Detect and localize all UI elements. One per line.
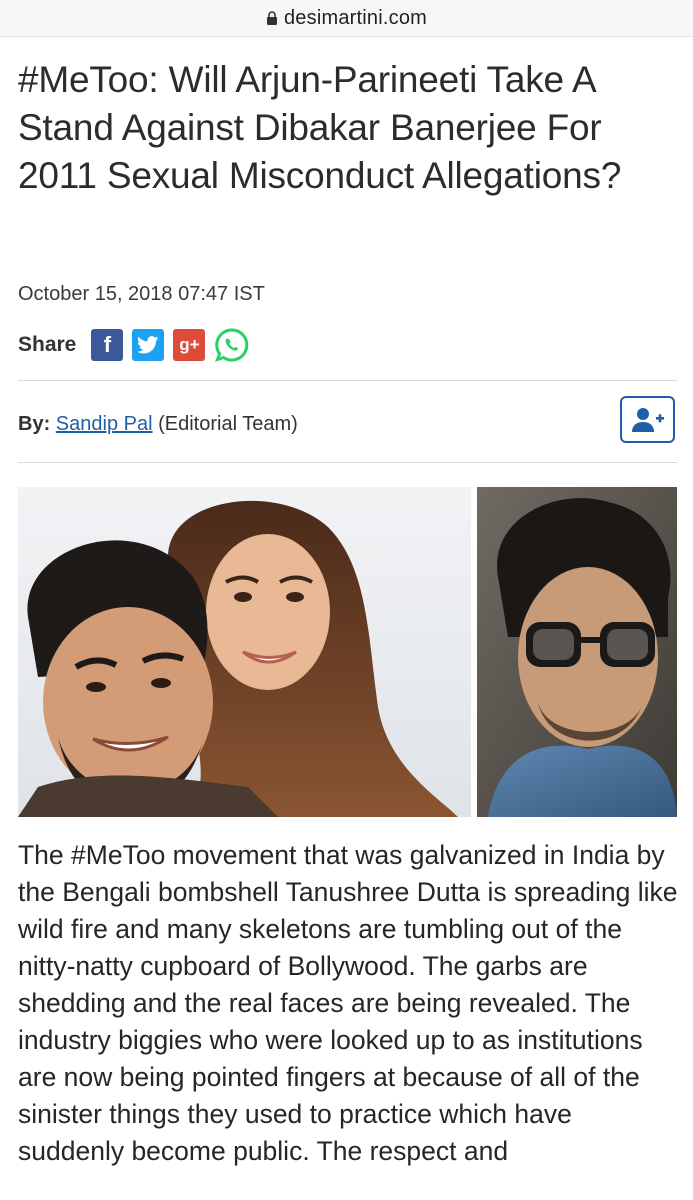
byline: By: Sandip Pal (Editorial Team)	[18, 413, 298, 436]
twitter-icon[interactable]	[132, 329, 165, 361]
byline-prefix: By:	[18, 413, 51, 435]
divider-bottom	[18, 462, 677, 463]
author-link[interactable]: Sandip Pal	[56, 413, 153, 435]
divider-top	[18, 380, 677, 381]
share-label: Share	[18, 333, 77, 356]
twitter-bird-icon	[137, 336, 159, 354]
article-date: October 15, 2018 07:47 IST	[18, 283, 265, 305]
author-team: (Editorial Team)	[158, 413, 298, 435]
browser-url-bar[interactable]: desimartini.com	[0, 0, 693, 37]
article-headline: #MeToo: Will Arjun-Parineeti Take A Stan…	[18, 59, 622, 196]
article-header: #MeToo: Will Arjun-Parineeti Take A Stan…	[18, 56, 680, 200]
add-user-icon	[631, 407, 664, 432]
whatsapp-icon[interactable]	[214, 327, 250, 363]
hero-photo-illustration	[18, 487, 677, 817]
url-text: desimartini.com	[283, 6, 428, 29]
facebook-icon[interactable]: f	[91, 329, 124, 361]
follow-author-button[interactable]	[620, 396, 675, 443]
share-row: Share f g+	[18, 328, 250, 362]
hero-image	[18, 487, 677, 817]
whatsapp-glyph-icon	[215, 328, 249, 362]
lock-icon	[266, 11, 277, 25]
google-plus-icon[interactable]: g+	[173, 329, 206, 361]
article-body: The #MeToo movement that was galvanized …	[18, 840, 678, 1166]
